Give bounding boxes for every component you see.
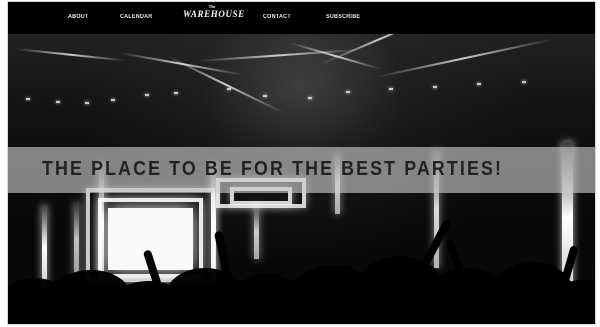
crowd-silhouette [8,218,595,324]
ceiling-light [433,86,437,88]
site-logo[interactable]: The Warehouse [183,4,245,24]
ceiling-light [85,102,89,104]
ceiling-light [522,81,526,83]
ceiling-light [174,92,178,94]
nav-contact-link[interactable]: CONTACT [263,14,291,20]
ceiling-light [26,98,30,100]
hero-headline: THE PLACE TO BE FOR THE BEST PARTIES! [42,158,504,180]
ceiling-light [308,97,312,99]
ceiling-light [56,101,60,103]
headline-banner: THE PLACE TO BE FOR THE BEST PARTIES! [8,147,595,193]
ceiling-light [111,99,115,101]
logo-main-text: Warehouse [183,9,245,19]
ceiling-light-beam [166,55,285,114]
nav-subscribe-link[interactable]: SUBSCRIBE [326,14,360,20]
nav-calendar-link[interactable]: CALENDAR [120,14,152,20]
ceiling-light [346,91,350,93]
top-navigation-bar: ABOUT CALENDAR The Warehouse CONTACT SUB… [8,2,595,34]
ceiling-light [145,94,149,96]
ceiling-light [477,83,481,85]
ceiling-light [263,95,267,97]
website-screenshot: ABOUT CALENDAR The Warehouse CONTACT SUB… [7,1,596,325]
ceiling-light [227,88,231,90]
ceiling-light-beam [375,38,553,78]
hero-party-image: THE PLACE TO BE FOR THE BEST PARTIES! [8,34,595,324]
ceiling-light-beam [15,48,126,62]
ceiling-light [389,88,393,90]
nav-about-link[interactable]: ABOUT [68,14,89,20]
page: ABOUT CALENDAR The Warehouse CONTACT SUB… [0,0,600,327]
